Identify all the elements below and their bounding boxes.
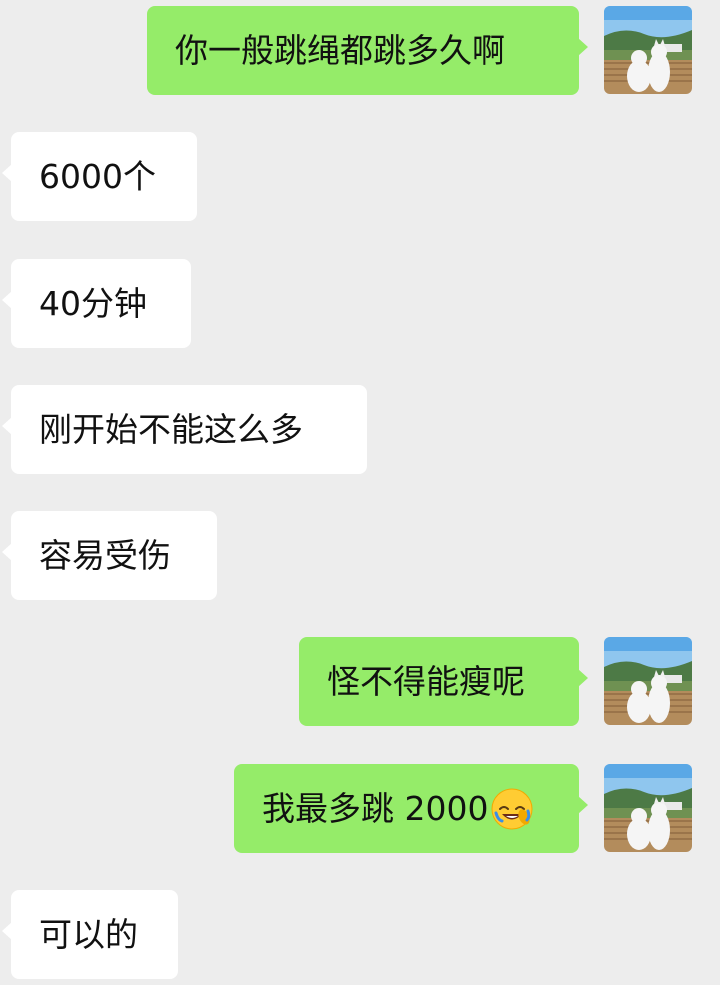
two-dogs-landscape-avatar-icon [604,637,692,725]
message-bubble[interactable]: 刚开始不能这么多 [2,385,367,474]
two-dogs-landscape-avatar-icon [604,6,692,94]
facepalm-laugh-emoji-icon [491,788,533,829]
message-bubble[interactable]: 可以的 [2,890,178,979]
message-bubble[interactable]: 6000个 [2,132,197,221]
message-bubble[interactable]: 我最多跳 2000 [234,764,588,853]
message-bubble[interactable]: 40分钟 [2,259,191,348]
chat-thread: 你一般跳绳都跳多久啊 6000个 40分钟 刚开始不能这么多 容易受伤 怪不得能… [0,0,720,985]
message-bubble[interactable]: 你一般跳绳都跳多久啊 [147,6,588,95]
message-bubble[interactable]: 怪不得能瘦呢 [299,637,588,726]
message-text: 刚开始不能这么多 [39,410,303,449]
message-text: 容易受伤 [39,536,171,575]
message-text: 我最多跳 2000 [262,789,489,828]
avatar[interactable] [604,637,692,725]
avatar[interactable] [604,6,692,94]
message-text: 怪不得能瘦呢 [327,662,525,701]
message-bubble[interactable]: 容易受伤 [2,511,217,600]
message-text: 6000个 [39,157,156,196]
avatar[interactable] [604,764,692,852]
message-text: 你一般跳绳都跳多久啊 [175,31,505,70]
two-dogs-landscape-avatar-icon [604,764,692,852]
message-text: 40分钟 [39,284,147,323]
message-text: 可以的 [39,915,138,954]
